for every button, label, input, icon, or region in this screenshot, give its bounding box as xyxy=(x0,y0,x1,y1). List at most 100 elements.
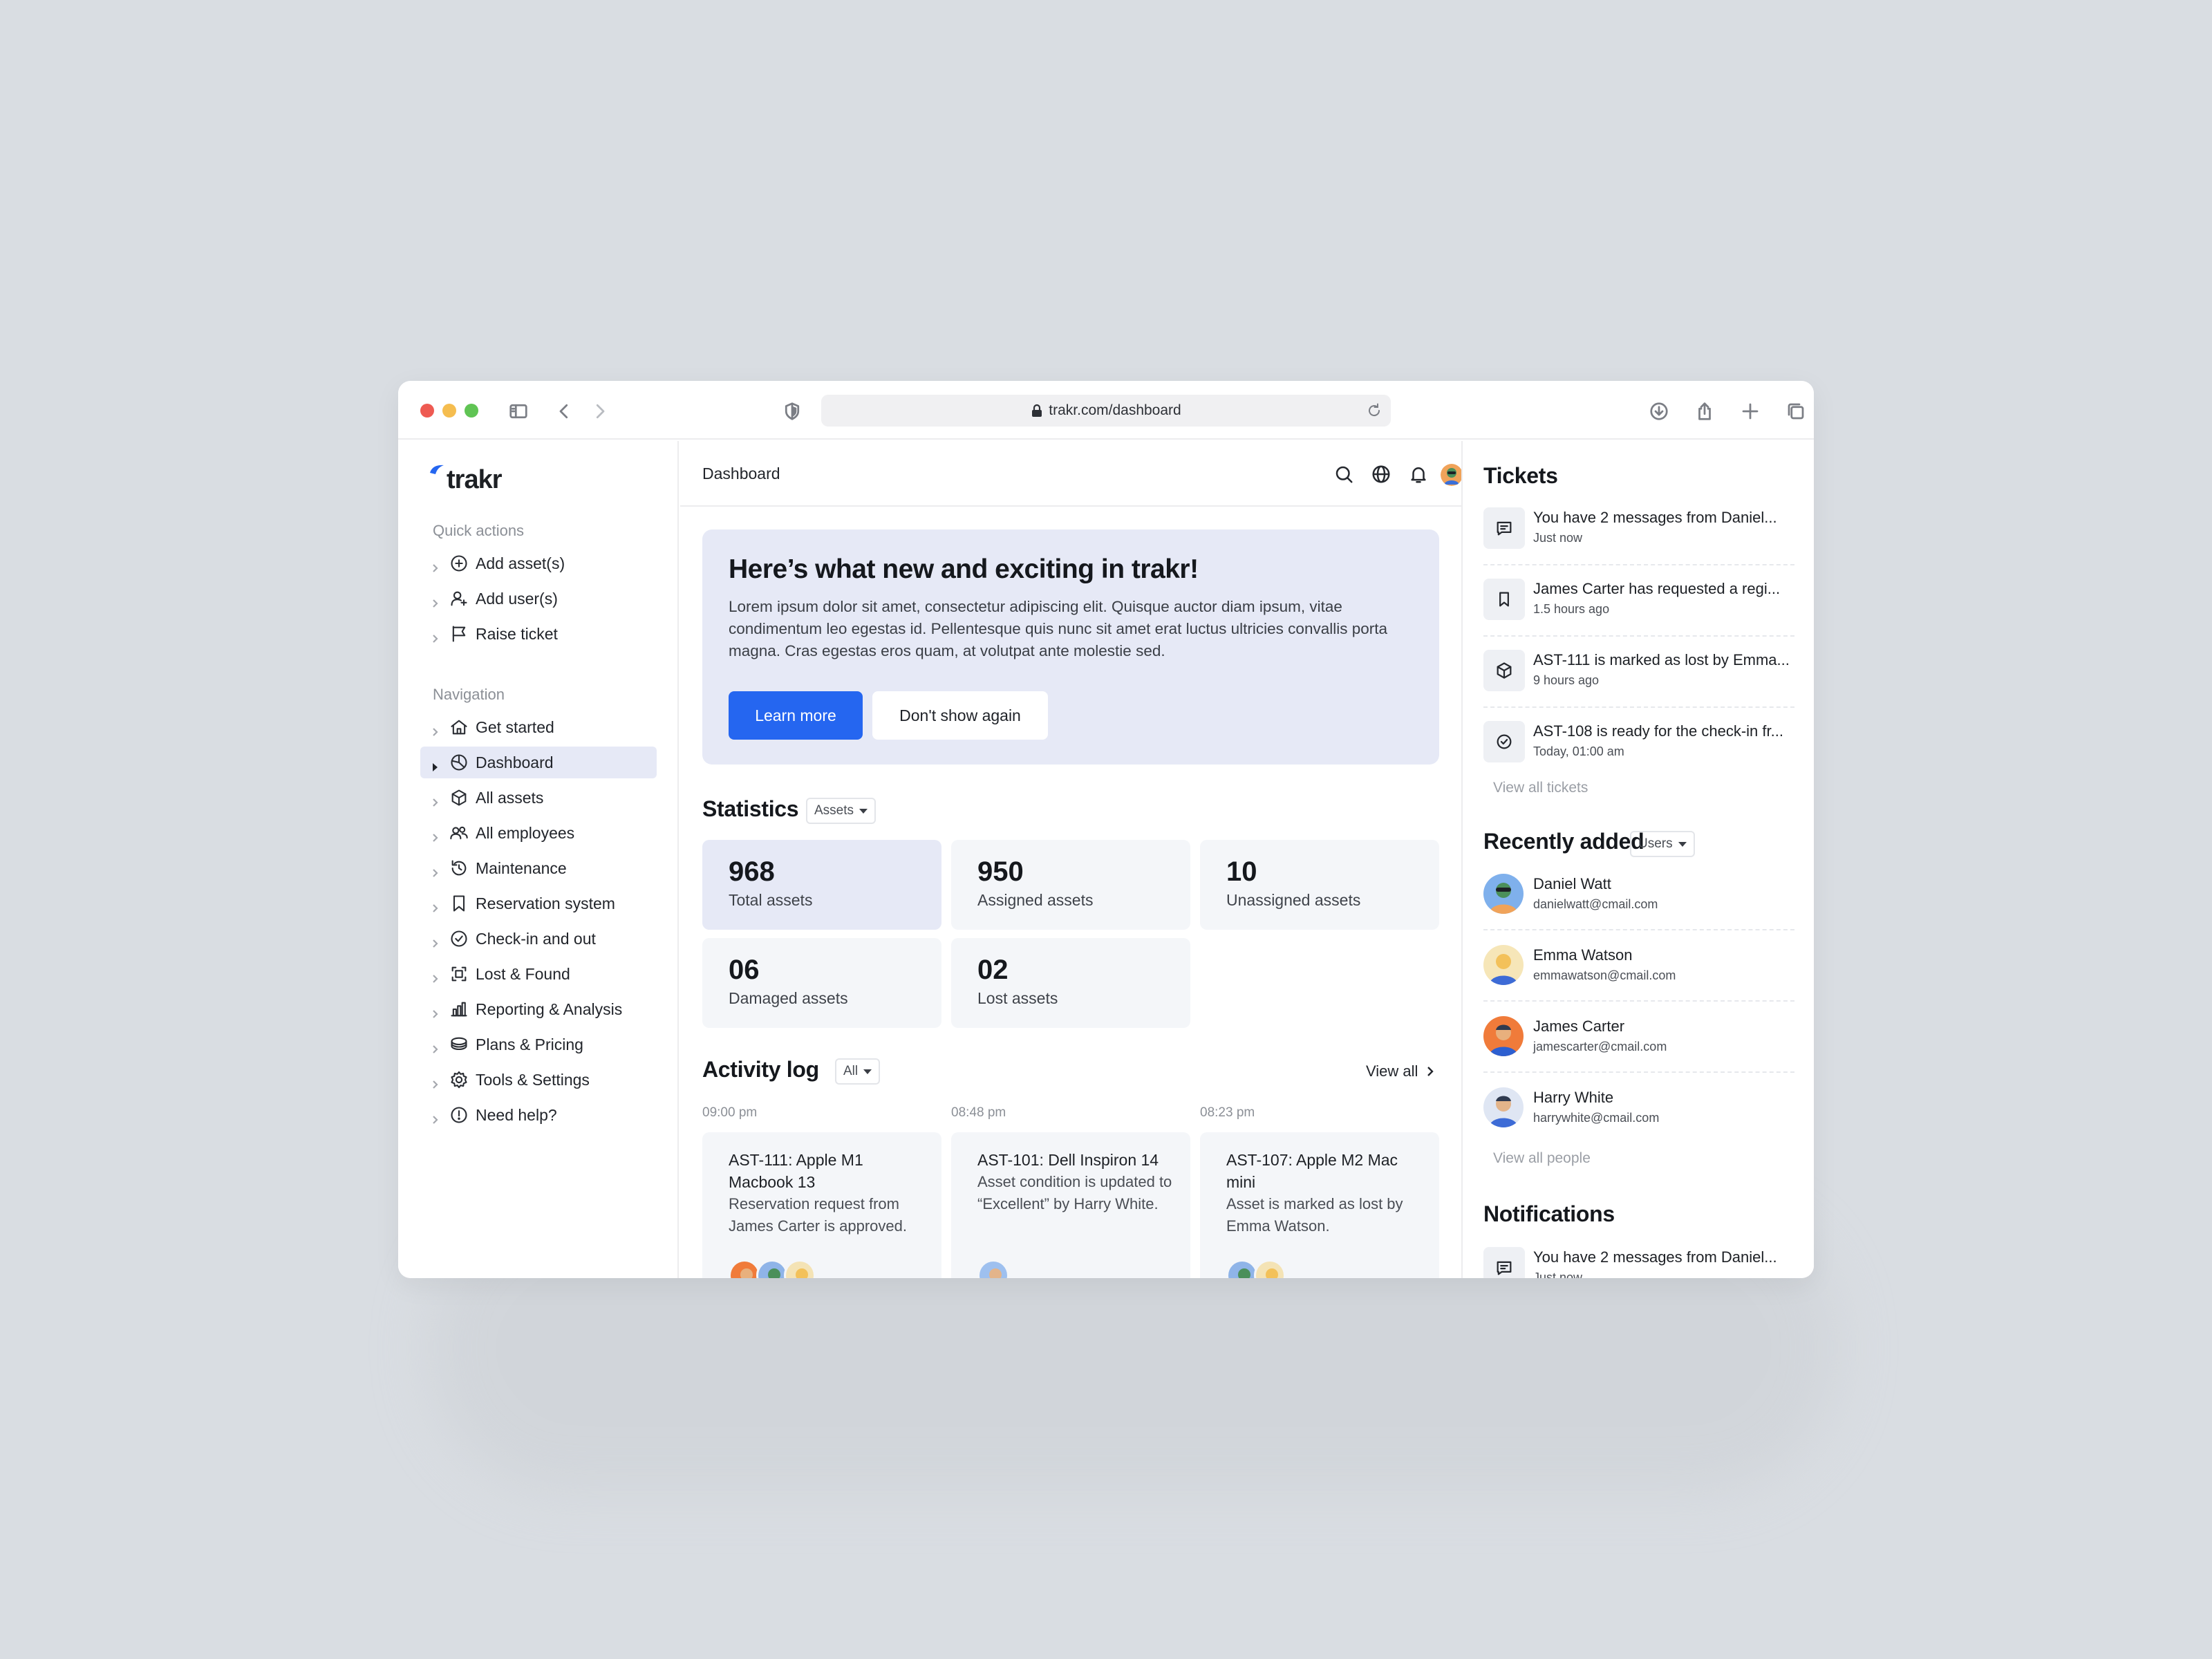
trakr-logo[interactable]: trakr xyxy=(429,463,502,495)
bell-icon[interactable] xyxy=(1406,462,1431,487)
recently-added-heading: Recently added xyxy=(1483,829,1644,854)
reload-icon[interactable] xyxy=(1366,402,1382,419)
notification-item[interactable]: You have 2 messages from Daniel... Just … xyxy=(1483,1241,1794,1278)
navigation-heading: Navigation xyxy=(433,686,505,703)
person-name: Harry White xyxy=(1533,1089,1614,1106)
stat-card-lost-assets[interactable]: 02 Lost assets xyxy=(951,938,1190,1028)
person-item[interactable]: Harry White harrywhite@cmail.com xyxy=(1483,1080,1794,1137)
dropdown-value: All xyxy=(843,1064,859,1078)
nav-label: Lost & Found xyxy=(476,964,570,983)
stat-card-damaged-assets[interactable]: 06 Damaged assets xyxy=(702,938,941,1028)
caret-right-icon xyxy=(430,758,440,771)
sidebar-toggle-icon[interactable] xyxy=(505,397,532,425)
divider xyxy=(1483,635,1794,637)
person-email: harrywhite@cmail.com xyxy=(1533,1111,1660,1125)
nav-all-assets[interactable]: All assets xyxy=(420,782,657,814)
logo-mark-icon xyxy=(430,465,444,474)
check-circle-icon xyxy=(1483,721,1525,762)
address-bar[interactable]: trakr.com/dashboard xyxy=(821,395,1391,427)
nav-maintenance[interactable]: Maintenance xyxy=(420,852,657,884)
nav-label: Add asset(s) xyxy=(476,554,565,572)
activity-view-all-link[interactable]: View all xyxy=(1366,1062,1436,1080)
nav-label: Raise ticket xyxy=(476,624,558,643)
stat-card-total-assets[interactable]: 968 Total assets xyxy=(702,840,941,930)
nav-tools-settings[interactable]: Tools & Settings xyxy=(420,1064,657,1096)
recently-added-filter-dropdown[interactable]: Users xyxy=(1630,831,1695,857)
globe-icon[interactable] xyxy=(1369,462,1394,487)
view-all-people-link[interactable]: View all people xyxy=(1493,1150,1591,1167)
stat-value: 02 xyxy=(977,955,1009,985)
ticket-time: Today, 01:00 am xyxy=(1533,744,1624,758)
share-icon[interactable] xyxy=(1691,397,1718,425)
chevron-right-icon xyxy=(430,828,440,842)
person-item[interactable]: Emma Watson emmawatson@cmail.com xyxy=(1483,938,1794,995)
notifications-heading: Notifications xyxy=(1483,1201,1615,1226)
statistics-filter-dropdown[interactable]: Assets xyxy=(806,798,877,824)
stat-value: 10 xyxy=(1226,856,1257,887)
banner-body: Lorem ipsum dolor sit amet, consectetur … xyxy=(729,598,1387,659)
sidebar: trakr Quick actions Add asset(s) Add use… xyxy=(398,441,679,1278)
nav-lost-and-found[interactable]: Lost & Found xyxy=(420,958,657,990)
view-all-tickets-link[interactable]: View all tickets xyxy=(1493,780,1588,796)
download-icon[interactable] xyxy=(1645,397,1673,425)
nav-check-in-and-out[interactable]: Check-in and out xyxy=(420,923,657,955)
nav-get-started[interactable]: Get started xyxy=(420,711,657,743)
activity-card[interactable]: AST-111: Apple M1 Macbook 13 Reservation… xyxy=(702,1132,941,1278)
stat-card-assigned-assets[interactable]: 950 Assigned assets xyxy=(951,840,1190,930)
dont-show-again-button[interactable]: Don't show again xyxy=(872,691,1048,740)
ticket-item[interactable]: AST-108 is ready for the check-in fr... … xyxy=(1483,715,1794,772)
search-icon[interactable] xyxy=(1331,462,1356,487)
close-window-button[interactable] xyxy=(420,404,434,418)
quick-actions-heading: Quick actions xyxy=(433,522,525,539)
ticket-item[interactable]: AST-111 is marked as lost by Emma... 9 h… xyxy=(1483,644,1794,701)
box-icon xyxy=(449,788,469,807)
privacy-shield-icon[interactable] xyxy=(778,397,806,425)
minimize-window-button[interactable] xyxy=(442,404,456,418)
right-panel: Tickets You have 2 messages from Daniel.… xyxy=(1463,441,1814,1278)
nav-dashboard[interactable]: Dashboard xyxy=(420,747,657,778)
back-icon[interactable] xyxy=(550,397,578,425)
nav-label: Plans & Pricing xyxy=(476,1035,583,1053)
user-avatar[interactable] xyxy=(1441,464,1463,486)
learn-more-button[interactable]: Learn more xyxy=(729,691,863,740)
person-item[interactable]: James Carter jamescarter@cmail.com xyxy=(1483,1009,1794,1066)
nav-label: Add user(s) xyxy=(476,589,558,608)
ticket-item[interactable]: You have 2 messages from Daniel... Just … xyxy=(1483,502,1794,559)
quick-action-add-users[interactable]: Add user(s) xyxy=(420,583,657,615)
user-plus-icon xyxy=(449,589,469,608)
forward-icon[interactable] xyxy=(586,397,614,425)
activity-filter-dropdown[interactable]: All xyxy=(835,1058,881,1085)
ticket-item[interactable]: James Carter has requested a regi... 1.5… xyxy=(1483,573,1794,630)
stat-card-unassigned-assets[interactable]: 10 Unassigned assets xyxy=(1200,840,1439,930)
nav-all-employees[interactable]: All employees xyxy=(420,817,657,849)
maximize-window-button[interactable] xyxy=(465,404,478,418)
nav-need-help[interactable]: Need help? xyxy=(420,1099,657,1131)
stat-label: Unassigned assets xyxy=(1226,891,1361,909)
flag-icon xyxy=(449,624,469,644)
nav-label: Need help? xyxy=(476,1105,557,1124)
ticket-text: You have 2 messages from Daniel... xyxy=(1533,509,1777,526)
person-name: Daniel Watt xyxy=(1533,875,1611,892)
coins-icon xyxy=(449,1035,469,1054)
banner-title: Here’s what new and exciting in trakr! xyxy=(729,554,1199,584)
nav-reporting-analysis[interactable]: Reporting & Analysis xyxy=(420,993,657,1025)
scan-icon xyxy=(449,964,469,984)
nav-reservation-system[interactable]: Reservation system xyxy=(420,888,657,919)
activity-card[interactable]: AST-107: Apple M2 Mac mini Asset is mark… xyxy=(1200,1132,1439,1278)
statistics-heading: Statistics xyxy=(702,796,799,821)
bookmark-icon xyxy=(449,894,469,913)
person-item[interactable]: Daniel Watt danielwatt@cmail.com xyxy=(1483,867,1794,924)
message-icon xyxy=(1483,507,1525,549)
nav-plans-pricing[interactable]: Plans & Pricing xyxy=(420,1029,657,1060)
quick-action-raise-ticket[interactable]: Raise ticket xyxy=(420,618,657,650)
chevron-right-icon xyxy=(430,793,440,807)
dashboard-icon xyxy=(449,753,469,772)
ticket-time: Just now xyxy=(1533,531,1583,545)
avatar xyxy=(784,1259,816,1278)
stat-label: Assigned assets xyxy=(977,891,1094,909)
chevron-right-icon xyxy=(430,722,440,736)
activity-card[interactable]: AST-101: Dell Inspiron 14 Asset conditio… xyxy=(951,1132,1190,1278)
quick-action-add-assets[interactable]: Add asset(s) xyxy=(420,547,657,579)
tab-overview-icon[interactable] xyxy=(1782,397,1810,425)
new-tab-icon[interactable] xyxy=(1736,397,1764,425)
